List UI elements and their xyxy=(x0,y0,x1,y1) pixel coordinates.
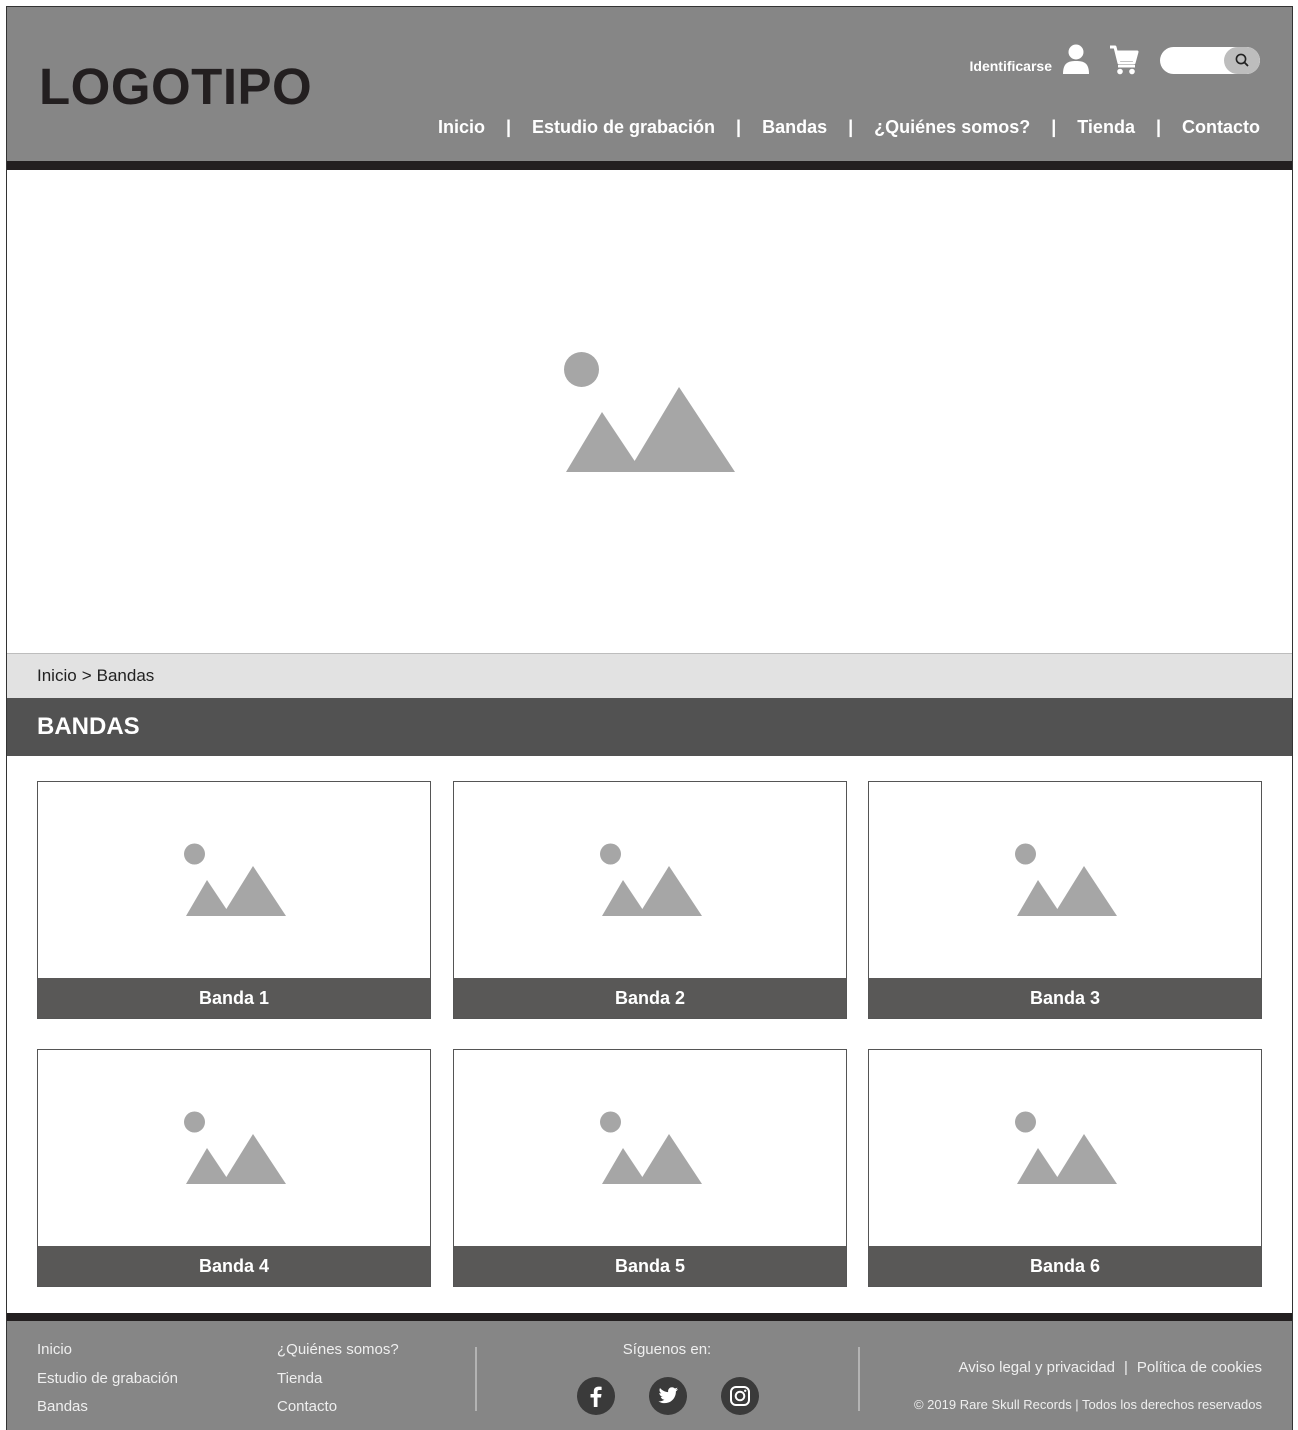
breadcrumb-separator: > xyxy=(81,666,92,685)
instagram-button[interactable] xyxy=(721,1377,759,1415)
main-nav: Inicio | Estudio de grabación | Bandas |… xyxy=(438,117,1260,138)
cart-icon[interactable] xyxy=(1108,44,1140,76)
twitter-icon xyxy=(658,1387,679,1404)
band-name: Banda 5 xyxy=(454,1246,846,1286)
nav-item-estudio[interactable]: Estudio de grabación xyxy=(532,117,715,138)
breadcrumb-home[interactable]: Inicio xyxy=(37,666,77,686)
legal-privacy-link[interactable]: Aviso legal y privacidad xyxy=(959,1359,1115,1376)
nav-item-quienes-somos[interactable]: ¿Quiénes somos? xyxy=(874,117,1030,138)
image-placeholder-icon xyxy=(564,352,735,472)
footer-divider-line xyxy=(858,1347,860,1411)
image-placeholder-icon xyxy=(184,1111,286,1184)
band-name: Banda 3 xyxy=(869,978,1261,1018)
footer-link-quienes-somos[interactable]: ¿Quiénes somos? xyxy=(277,1341,399,1360)
image-placeholder-icon xyxy=(184,843,286,916)
hero-banner xyxy=(7,170,1292,653)
footer-links-col2: ¿Quiénes somos? Tienda Contacto xyxy=(277,1341,399,1427)
header-divider xyxy=(7,161,1292,170)
footer-link-estudio[interactable]: Estudio de grabación xyxy=(37,1370,178,1389)
search-box xyxy=(1160,46,1260,74)
login-link[interactable]: Identificarse xyxy=(970,58,1052,74)
nav-separator: | xyxy=(505,117,512,137)
band-card[interactable]: Banda 3 xyxy=(868,781,1262,1019)
band-card[interactable]: Banda 4 xyxy=(37,1049,431,1287)
user-icon[interactable] xyxy=(1062,44,1090,76)
copyright-text: © 2019 Rare Skull Records | Todos los de… xyxy=(913,1397,1262,1412)
nav-separator: | xyxy=(1155,117,1161,137)
breadcrumb-current: Bandas xyxy=(96,666,155,685)
band-image xyxy=(38,1050,430,1246)
site-header: LOGOTIPO Identificarse Inicio | Estudio … xyxy=(7,7,1292,161)
legal-separator: | xyxy=(1124,1359,1128,1376)
page-title: BANDAS xyxy=(7,698,1292,756)
breadcrumb: Inicio > Bandas xyxy=(7,653,1292,698)
footer-link-bandas[interactable]: Bandas xyxy=(37,1398,178,1417)
nav-item-inicio[interactable]: Inicio xyxy=(438,117,485,138)
band-image xyxy=(38,782,430,978)
image-placeholder-icon xyxy=(1015,843,1117,916)
band-card[interactable]: Banda 6 xyxy=(868,1049,1262,1287)
nav-item-bandas[interactable]: Bandas xyxy=(762,117,827,138)
band-name: Banda 6 xyxy=(869,1246,1261,1286)
nav-item-contacto[interactable]: Contacto xyxy=(1182,117,1260,138)
footer-link-contacto[interactable]: Contacto xyxy=(277,1398,399,1417)
band-image xyxy=(454,782,846,978)
image-placeholder-icon xyxy=(1015,1111,1117,1184)
search-button[interactable] xyxy=(1224,46,1260,74)
nav-separator: | xyxy=(1051,117,1057,137)
instagram-icon xyxy=(730,1386,750,1406)
footer-link-inicio[interactable]: Inicio xyxy=(37,1341,178,1360)
footer-links-col1: Inicio Estudio de grabación Bandas xyxy=(37,1341,178,1427)
footer-link-tienda[interactable]: Tienda xyxy=(277,1370,399,1389)
search-icon xyxy=(1235,53,1249,67)
image-placeholder-icon xyxy=(600,1111,702,1184)
nav-item-tienda[interactable]: Tienda xyxy=(1077,117,1135,138)
cookies-policy-link[interactable]: Política de cookies xyxy=(1137,1359,1262,1376)
site-logo[interactable]: LOGOTIPO xyxy=(39,57,312,116)
band-card[interactable]: Banda 1 xyxy=(37,781,431,1019)
band-image xyxy=(869,782,1261,978)
band-name: Banda 4 xyxy=(38,1246,430,1286)
search-input[interactable] xyxy=(1160,46,1226,74)
band-card[interactable]: Banda 2 xyxy=(453,781,847,1019)
site-footer: Inicio Estudio de grabación Bandas ¿Quié… xyxy=(7,1321,1292,1430)
header-utilities: Identificarse xyxy=(970,40,1260,80)
legal-links: Aviso legal y privacidad | Política de c… xyxy=(959,1359,1262,1376)
follow-label: Síguenos en: xyxy=(622,1341,712,1358)
band-name: Banda 2 xyxy=(454,978,846,1018)
twitter-button[interactable] xyxy=(649,1377,687,1415)
facebook-button[interactable] xyxy=(577,1377,615,1415)
nav-separator: | xyxy=(848,117,854,137)
footer-divider xyxy=(7,1313,1292,1321)
image-placeholder-icon xyxy=(600,843,702,916)
band-card[interactable]: Banda 5 xyxy=(453,1049,847,1287)
nav-separator: | xyxy=(736,117,742,137)
band-image xyxy=(454,1050,846,1246)
band-image xyxy=(869,1050,1261,1246)
band-name: Banda 1 xyxy=(38,978,430,1018)
facebook-icon xyxy=(590,1386,602,1407)
